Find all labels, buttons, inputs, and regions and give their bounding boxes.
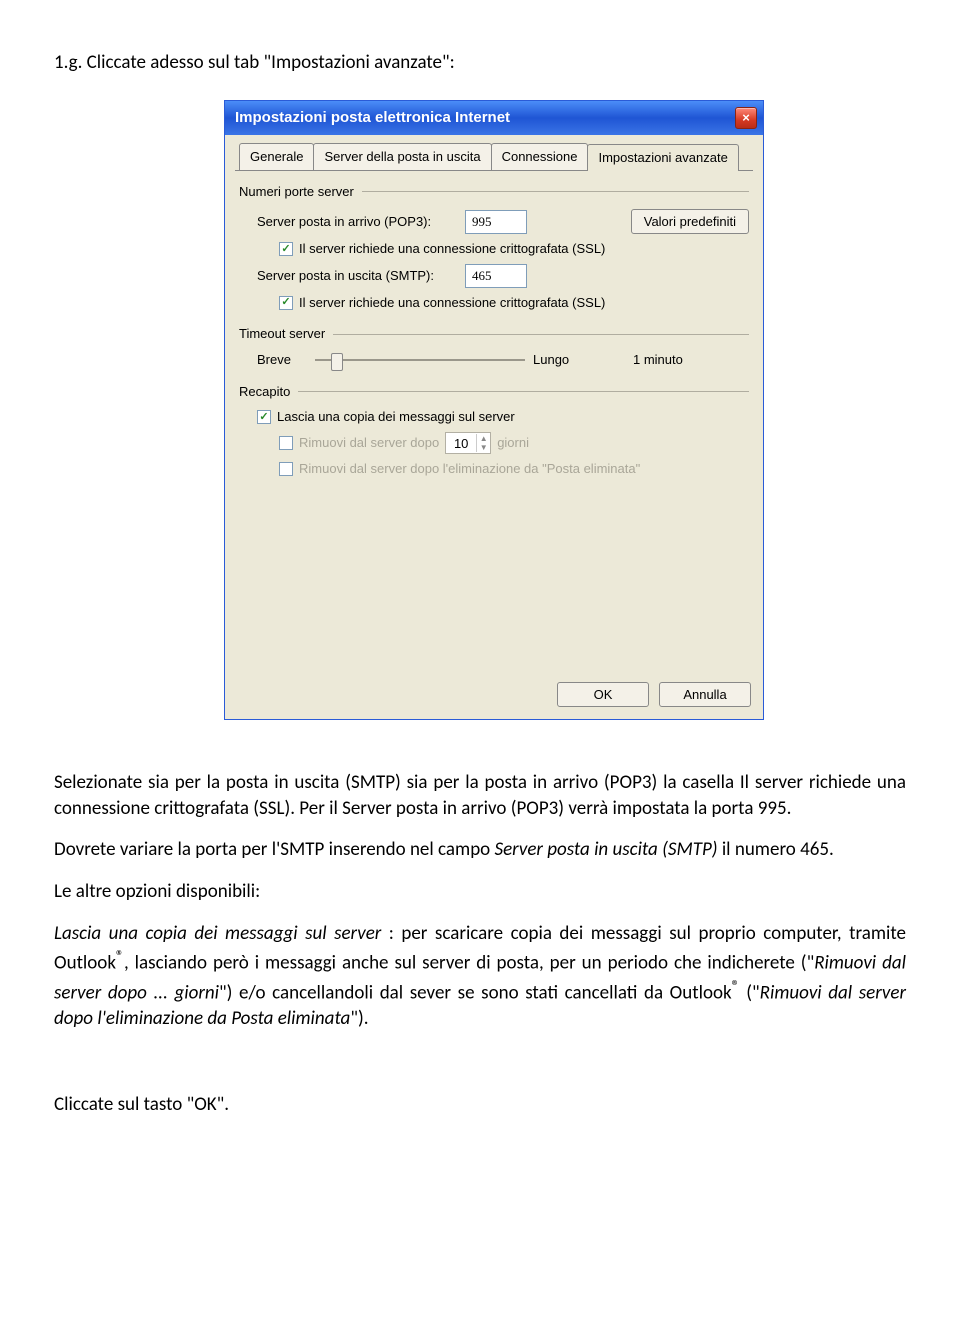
blank-area bbox=[235, 492, 753, 662]
p4-b: , lasciando però i messaggi anche sul se… bbox=[124, 952, 814, 975]
timeout-slider-row: Breve Lungo 1 minuto bbox=[257, 351, 749, 369]
doc-paragraph-4: Lascia una copia dei messaggi sul server… bbox=[54, 921, 906, 1032]
remove-after-checkbox[interactable] bbox=[279, 436, 293, 450]
divider bbox=[298, 391, 749, 392]
dialog-body: Generale Server della posta in uscita Co… bbox=[225, 135, 763, 672]
title-bar: Impostazioni posta elettronica Internet … bbox=[225, 101, 763, 135]
leave-copy-checkbox[interactable]: ✓ bbox=[257, 410, 271, 424]
row-pop3-ssl: ✓ Il server richiede una connessione cri… bbox=[279, 240, 749, 258]
defaults-button[interactable]: Valori predefiniti bbox=[631, 209, 749, 235]
doc-paragraph-1: Selezionate sia per la posta in uscita (… bbox=[54, 770, 906, 821]
tab-strip: Generale Server della posta in uscita Co… bbox=[235, 143, 753, 172]
p4-i1: Lascia una copia dei messaggi sul server bbox=[54, 922, 381, 945]
p2-italic: Server posta in uscita (SMTP) bbox=[495, 838, 718, 861]
smtp-ssl-checkbox[interactable]: ✓ bbox=[279, 296, 293, 310]
timeout-value: 1 minuto bbox=[633, 351, 683, 369]
pop3-ssl-checkbox[interactable]: ✓ bbox=[279, 242, 293, 256]
group-delivery: Recapito ✓ Lascia una copia dei messaggi… bbox=[239, 383, 749, 478]
leave-copy-label: Lascia una copia dei messaggi sul server bbox=[277, 408, 515, 426]
group-timeout-header: Timeout server bbox=[239, 325, 749, 343]
remove-after-label-b: giorni bbox=[497, 434, 529, 452]
remove-after-label-a: Rimuovi dal server dopo bbox=[299, 434, 439, 452]
smtp-port-input[interactable] bbox=[465, 264, 527, 288]
tab-connessione[interactable]: Connessione bbox=[491, 143, 589, 171]
group-delivery-label: Recapito bbox=[239, 383, 290, 401]
pop3-ssl-label: Il server richiede una connessione critt… bbox=[299, 240, 605, 258]
row-smtp-ssl: ✓ Il server richiede una connessione cri… bbox=[279, 294, 749, 312]
cancel-button[interactable]: Annulla bbox=[659, 682, 751, 708]
close-icon: × bbox=[742, 109, 750, 127]
slider-thumb-icon[interactable] bbox=[331, 353, 343, 371]
p4-sup1: ® bbox=[116, 947, 124, 966]
tab-generale[interactable]: Generale bbox=[239, 143, 314, 171]
group-timeout: Timeout server Breve Lungo 1 minuto bbox=[239, 325, 749, 369]
divider bbox=[333, 334, 749, 335]
pop3-label: Server posta in arrivo (POP3): bbox=[257, 213, 457, 231]
timeout-long-label: Lungo bbox=[533, 351, 593, 369]
group-ports: Numeri porte server Server posta in arri… bbox=[239, 183, 749, 311]
doc-paragraph-5: Cliccate sul tasto "OK". bbox=[54, 1092, 906, 1118]
dialog-screenshot: Impostazioni posta elettronica Internet … bbox=[224, 100, 764, 720]
smtp-label: Server posta in uscita (SMTP): bbox=[257, 267, 457, 285]
tab-impostazioni-avanzate[interactable]: Impostazioni avanzate bbox=[587, 144, 738, 172]
remove-deleted-label: Rimuovi dal server dopo l'eliminazione d… bbox=[299, 460, 640, 478]
doc-paragraph-3: Le altre opzioni disponibili: bbox=[54, 879, 906, 905]
slider-track bbox=[315, 359, 525, 361]
group-ports-label: Numeri porte server bbox=[239, 183, 354, 201]
doc-paragraph-2: Dovrete variare la porta per l'SMTP inse… bbox=[54, 837, 906, 863]
stepper-arrows: ▲ ▼ bbox=[476, 434, 490, 452]
group-timeout-label: Timeout server bbox=[239, 325, 325, 343]
group-ports-header: Numeri porte server bbox=[239, 183, 749, 201]
remove-after-days-stepper[interactable]: ▲ ▼ bbox=[445, 432, 491, 454]
timeout-short-label: Breve bbox=[257, 351, 307, 369]
p2-a: Dovrete variare la porta per l'SMTP inse… bbox=[54, 838, 495, 861]
row-pop3: Server posta in arrivo (POP3): Valori pr… bbox=[257, 209, 749, 235]
row-leave-copy: ✓ Lascia una copia dei messaggi sul serv… bbox=[257, 408, 749, 426]
doc-step-heading: 1.g. Cliccate adesso sul tab "Impostazio… bbox=[54, 50, 906, 76]
check-icon: ✓ bbox=[281, 295, 290, 310]
p2-b: il numero 465. bbox=[718, 838, 834, 861]
p4-c: ") e/o cancellandoli dal sever se sono s… bbox=[219, 982, 732, 1005]
smtp-ssl-label: Il server richiede una connessione critt… bbox=[299, 294, 605, 312]
timeout-slider[interactable] bbox=[315, 351, 525, 369]
chevron-down-icon[interactable]: ▼ bbox=[476, 443, 490, 452]
p4-d: (" bbox=[740, 982, 760, 1005]
pop3-port-input[interactable] bbox=[465, 210, 527, 234]
p1-text: Selezionate sia per la posta in uscita (… bbox=[54, 771, 906, 820]
check-icon: ✓ bbox=[259, 410, 268, 425]
dialog-footer: OK Annulla bbox=[225, 672, 763, 720]
row-remove-after: Rimuovi dal server dopo ▲ ▼ giorni bbox=[279, 432, 749, 454]
group-delivery-header: Recapito bbox=[239, 383, 749, 401]
close-button[interactable]: × bbox=[735, 107, 757, 129]
check-icon: ✓ bbox=[281, 242, 290, 257]
tab-server-uscita[interactable]: Server della posta in uscita bbox=[313, 143, 491, 171]
window-title: Impostazioni posta elettronica Internet bbox=[235, 108, 510, 128]
p4-sup2: ® bbox=[732, 977, 740, 996]
dialog-window: Impostazioni posta elettronica Internet … bbox=[224, 100, 764, 720]
remove-deleted-checkbox[interactable] bbox=[279, 462, 293, 476]
row-remove-deleted: Rimuovi dal server dopo l'eliminazione d… bbox=[279, 460, 749, 478]
chevron-up-icon[interactable]: ▲ bbox=[476, 434, 490, 443]
p4-e: "). bbox=[350, 1007, 368, 1030]
divider bbox=[362, 191, 749, 192]
row-smtp: Server posta in uscita (SMTP): bbox=[257, 264, 749, 288]
ok-button[interactable]: OK bbox=[557, 682, 649, 708]
remove-after-days-input[interactable] bbox=[446, 435, 476, 452]
